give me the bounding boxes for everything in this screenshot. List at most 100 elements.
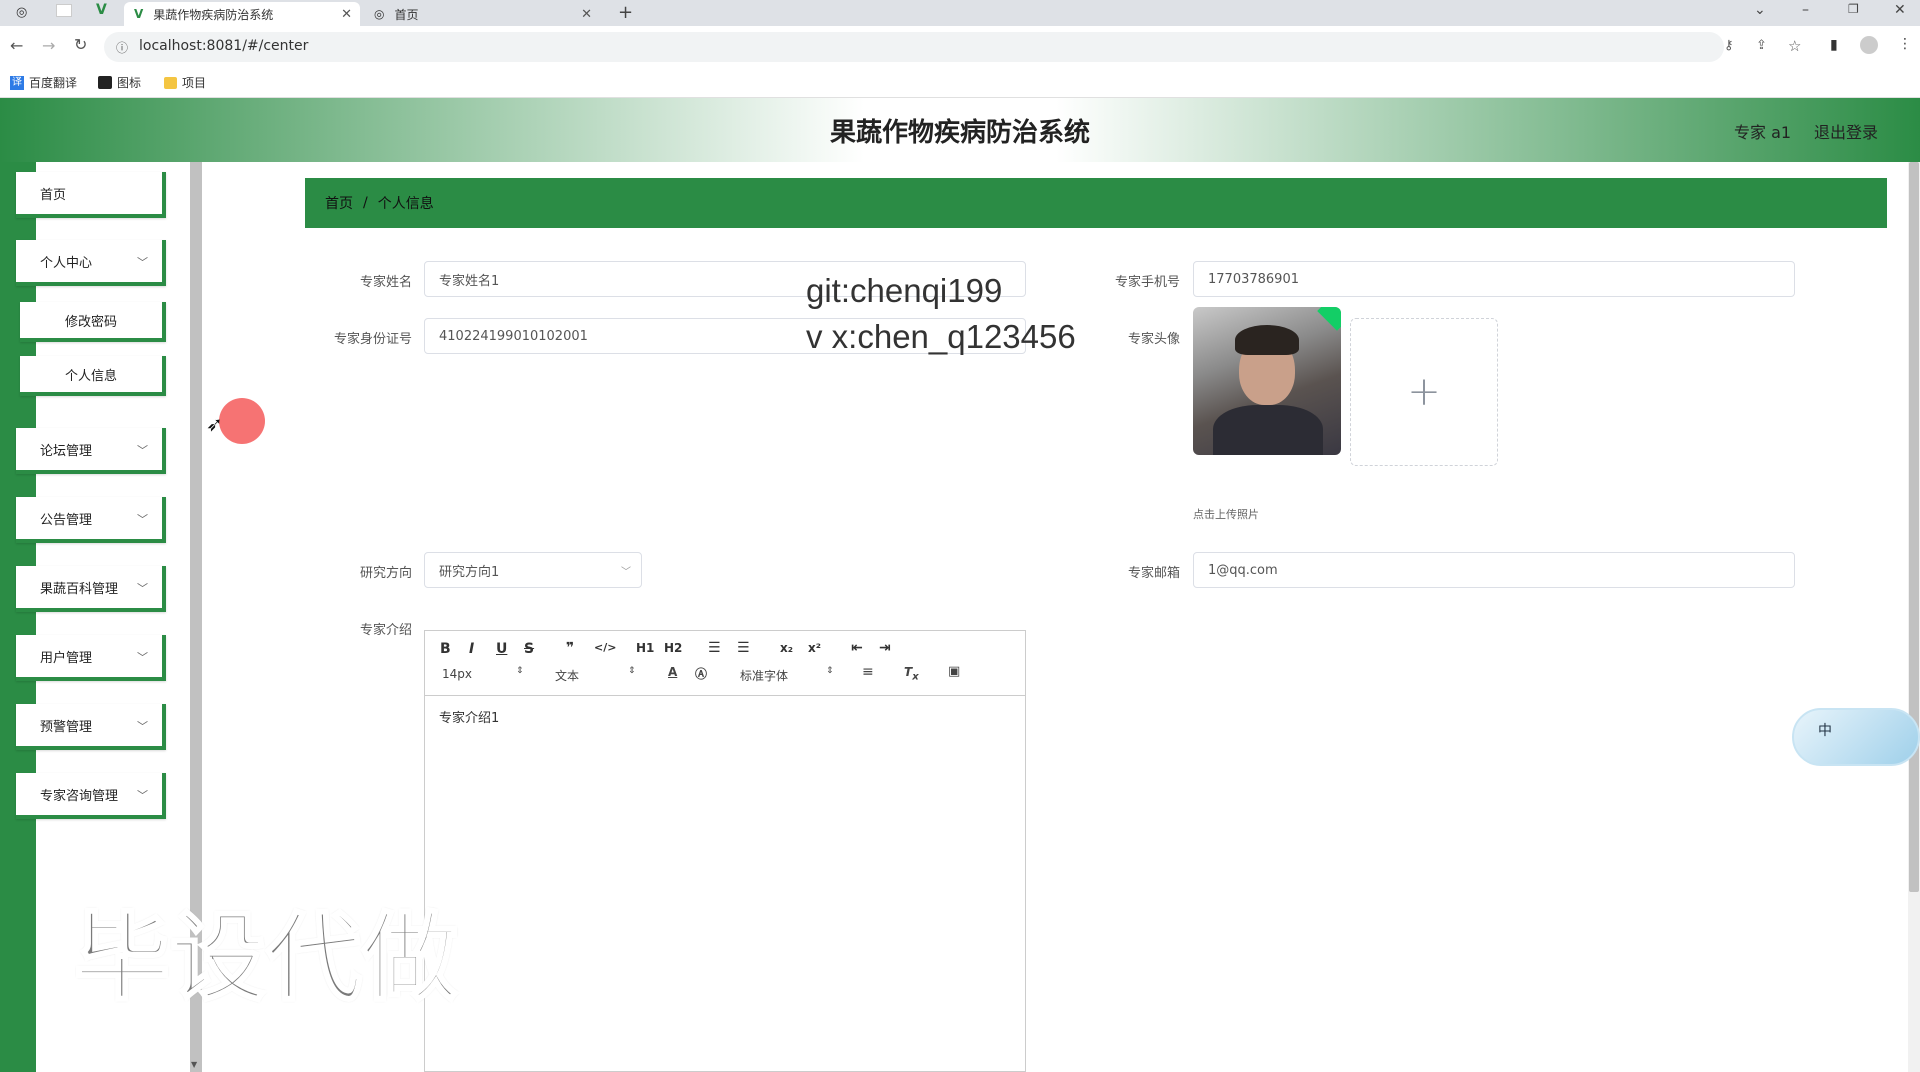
indent-icon[interactable]: ⇥: [879, 640, 891, 656]
h2-icon[interactable]: H2: [664, 641, 682, 655]
ime-widget[interactable]: 中: [1792, 708, 1920, 766]
avatar[interactable]: [1193, 307, 1341, 455]
forward-icon[interactable]: →: [42, 36, 55, 55]
code-icon[interactable]: </>: [594, 641, 616, 654]
cursor-highlight: [219, 398, 265, 444]
close-icon[interactable]: ✕: [581, 7, 592, 22]
image-icon: [98, 76, 112, 89]
breadcrumb-home[interactable]: 首页: [325, 193, 353, 213]
logout-button[interactable]: 退出登录: [1814, 119, 1878, 143]
updown-icon: ⇕: [628, 666, 636, 676]
research-select[interactable]: 研究方向1 ﹀: [424, 552, 642, 588]
breadcrumb-current: 个人信息: [377, 196, 434, 212]
sidebar-item-label: 论坛管理: [40, 443, 93, 459]
minimize-icon[interactable]: –: [1802, 2, 1809, 18]
pinned-tab-icon[interactable]: [56, 4, 72, 17]
bookmark-baidu-translate[interactable]: 译 百度翻译: [10, 74, 77, 91]
subscript-icon[interactable]: x₂: [780, 641, 793, 655]
chevron-down-icon[interactable]: ⌄: [1754, 2, 1766, 18]
avatar-label: 专家头像: [1127, 332, 1180, 347]
strike-icon[interactable]: S: [524, 641, 534, 657]
tab-home[interactable]: ◎ 首页 ✕: [368, 2, 600, 26]
underline-icon[interactable]: U: [496, 641, 507, 657]
editor-toolbar: [424, 630, 1026, 696]
text-type-select[interactable]: 文本: [555, 667, 579, 684]
sidebar-item-change-password[interactable]: 修改密码: [20, 302, 166, 342]
sidebar-item-personal-center[interactable]: 个人中心 ﹀: [16, 240, 166, 286]
bold-icon[interactable]: B: [440, 641, 451, 657]
email-value: 1@qq.com: [1208, 562, 1278, 578]
background-color-icon[interactable]: Ⓐ: [695, 665, 707, 682]
blockquote-icon[interactable]: ❞: [566, 640, 574, 656]
folder-icon: [164, 76, 177, 89]
chevron-down-icon: ﹀: [137, 720, 148, 733]
info-icon[interactable]: ⓘ: [116, 39, 128, 56]
bookmark-icons[interactable]: 图标: [98, 74, 141, 91]
browser-icon[interactable]: ◎: [16, 5, 27, 20]
page-title: 果蔬作物疾病防治系统: [829, 118, 1090, 148]
outdent-icon[interactable]: ⇤: [851, 640, 863, 656]
tab-label: 首页: [394, 7, 419, 22]
sidebar-item-notice[interactable]: 公告管理 ﹀: [16, 497, 166, 543]
clear-format-icon[interactable]: Tx: [904, 665, 919, 682]
sidebar-item-encyclopedia[interactable]: 果蔬百科管理 ﹀: [16, 566, 166, 612]
key-icon[interactable]: ⚷: [1724, 38, 1734, 53]
bookmark-label: 图标: [117, 76, 142, 90]
reload-icon[interactable]: ↻: [74, 35, 87, 54]
tab-app[interactable]: V 果蔬作物疾病防治系统 ✕: [124, 2, 360, 26]
phone-value: 17703786901: [1208, 271, 1299, 287]
breadcrumb: 首页 / 个人信息: [305, 178, 1887, 228]
updown-icon: ⇕: [516, 666, 524, 676]
back-icon[interactable]: ←: [10, 36, 23, 55]
name-label: 专家姓名: [359, 275, 412, 290]
phone-label: 专家手机号: [1114, 275, 1180, 290]
current-user: 专家 a1: [1734, 123, 1792, 142]
chevron-down-icon: ﹀: [137, 582, 148, 595]
menu-icon[interactable]: ⋮: [1898, 36, 1912, 52]
italic-icon[interactable]: I: [469, 641, 474, 657]
vue-icon: V: [134, 7, 144, 21]
sidebar-item-home[interactable]: 首页: [16, 172, 166, 218]
intro-label: 专家介绍: [359, 623, 412, 638]
image-icon[interactable]: ▣: [948, 664, 960, 679]
star-icon[interactable]: ☆: [1788, 37, 1801, 55]
sidebar-item-consult[interactable]: 专家咨询管理 ﹀: [16, 773, 166, 819]
sidebar-item-forum[interactable]: 论坛管理 ﹀: [16, 428, 166, 474]
new-tab-icon[interactable]: +: [618, 2, 633, 23]
bookmark-project[interactable]: 项目: [164, 74, 206, 91]
ordered-list-icon[interactable]: ☰: [708, 640, 721, 656]
close-window-icon[interactable]: ✕: [1894, 2, 1906, 18]
scroll-down-icon[interactable]: ▼: [191, 1060, 197, 1069]
share-icon[interactable]: ⇪: [1756, 38, 1767, 53]
sidebar-item-label: 用户管理: [40, 650, 93, 666]
sidebar-item-label: 修改密码: [64, 314, 117, 330]
font-family-select[interactable]: 标准字体: [740, 667, 788, 684]
close-icon[interactable]: ✕: [341, 7, 352, 22]
sidepanel-icon[interactable]: ▮: [1830, 37, 1838, 53]
sidebar-item-warning[interactable]: 预警管理 ﹀: [16, 704, 166, 750]
align-icon[interactable]: ≡: [862, 664, 874, 680]
superscript-icon[interactable]: x²: [808, 641, 821, 655]
restore-icon[interactable]: ❐: [1848, 2, 1859, 16]
sidebar-item-users[interactable]: 用户管理 ﹀: [16, 635, 166, 681]
rich-text-editor[interactable]: [424, 630, 1026, 1072]
updown-icon: ⇕: [826, 666, 834, 676]
profile-icon[interactable]: [1860, 36, 1878, 54]
overlay-text-git: git:chenqi199: [806, 272, 1003, 309]
editor-content[interactable]: 专家介绍1: [439, 707, 499, 726]
font-color-icon[interactable]: A: [668, 665, 677, 679]
email-field[interactable]: 1@qq.com: [1193, 552, 1795, 588]
chevron-down-icon: ﹀: [137, 444, 148, 457]
url-field[interactable]: [104, 32, 1724, 62]
upload-button[interactable]: +: [1350, 318, 1498, 466]
h1-icon[interactable]: H1: [636, 641, 654, 655]
plus-icon: +: [1407, 369, 1441, 415]
phone-field[interactable]: 17703786901: [1193, 261, 1795, 297]
mouse-cursor-icon: ➶: [206, 412, 223, 436]
font-size-value: 14px: [442, 667, 472, 681]
bullet-list-icon[interactable]: ☰: [737, 640, 750, 656]
font-size-select[interactable]: 14px: [442, 667, 472, 681]
vue-tab-icon[interactable]: V: [96, 2, 107, 18]
sidebar-item-personal-info[interactable]: 个人信息: [20, 356, 166, 396]
page-scrollbar[interactable]: [1909, 162, 1919, 892]
